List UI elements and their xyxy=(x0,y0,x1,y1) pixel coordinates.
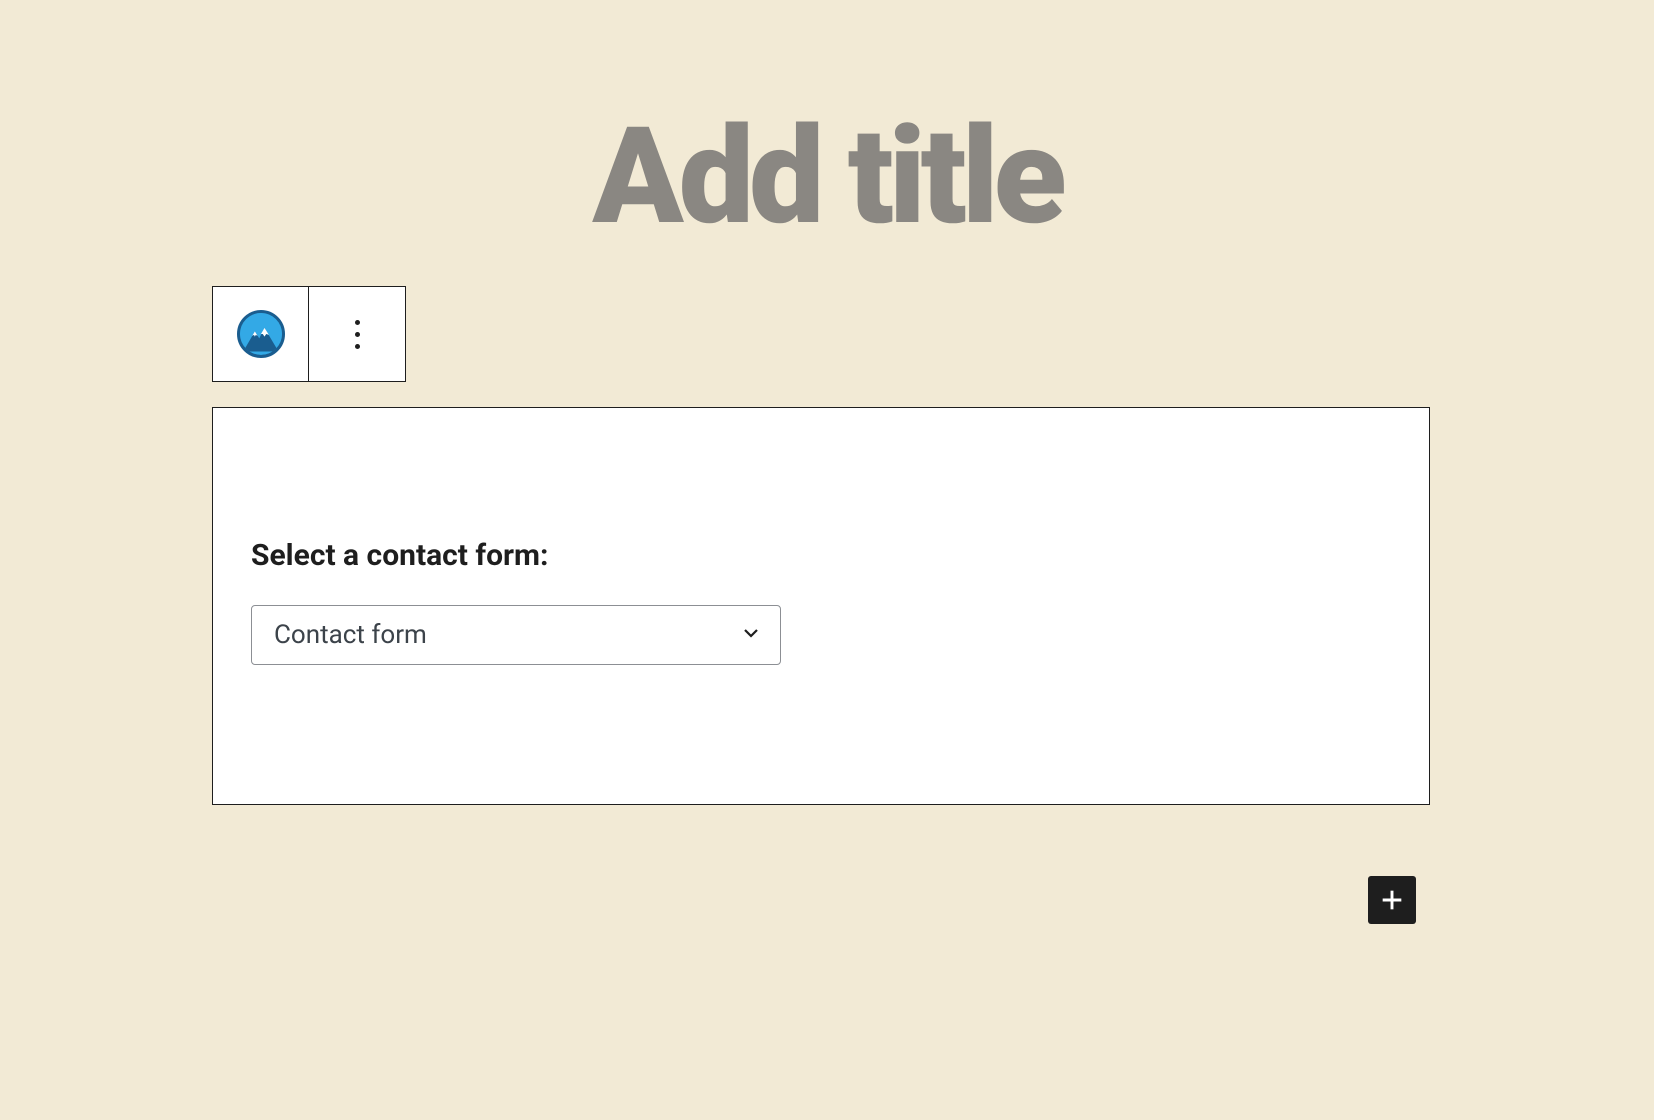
title-input-placeholder[interactable]: Add title xyxy=(0,110,1654,244)
form-select-wrapper: Contact form xyxy=(251,605,781,665)
block-toolbar xyxy=(212,286,406,382)
contact-form-select[interactable]: Contact form xyxy=(251,605,781,665)
block-options-button[interactable] xyxy=(309,287,405,381)
block-type-button[interactable] xyxy=(213,287,309,381)
kebab-menu-icon xyxy=(355,320,360,349)
title-area: Add title xyxy=(0,0,1654,244)
add-block-button[interactable] xyxy=(1368,876,1416,924)
contact-form-block: Select a contact form: Contact form xyxy=(212,407,1430,805)
plus-icon xyxy=(1378,886,1406,914)
mountain-icon xyxy=(237,310,285,358)
select-form-label: Select a contact form: xyxy=(251,538,1391,573)
